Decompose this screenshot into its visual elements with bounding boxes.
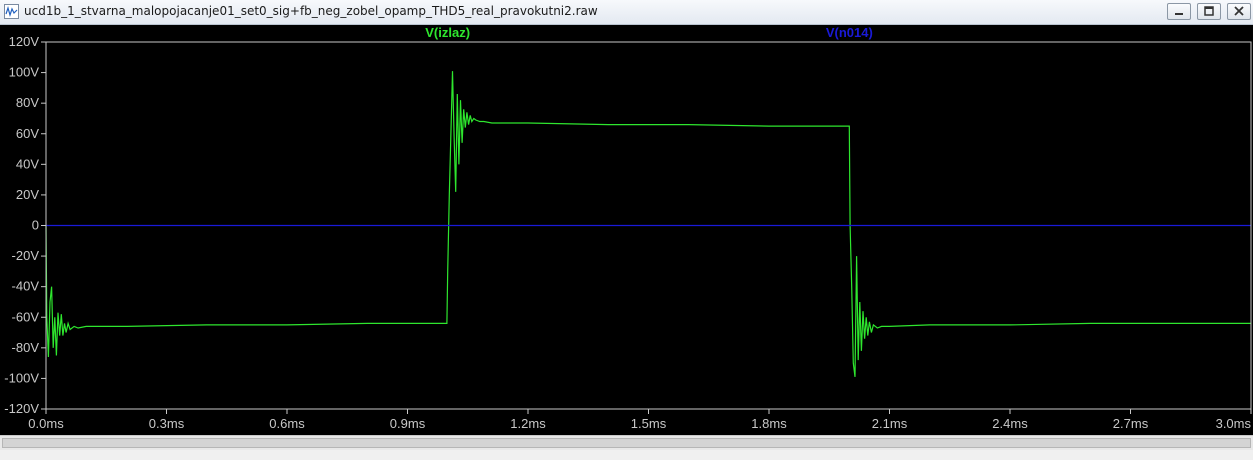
y-tick-label: 20V (16, 187, 39, 202)
title-bar: ucd1b_1_stvarna_malopojacanje01_set0_sig… (0, 0, 1253, 25)
y-tick-label: -20V (12, 248, 40, 263)
y-tick-label: -60V (12, 309, 40, 324)
x-tick-label: 2.4ms (992, 416, 1028, 431)
x-tick-label: 2.7ms (1113, 416, 1149, 431)
legend-v-n014: V(n014) (826, 25, 873, 40)
status-strip (0, 450, 1253, 460)
y-tick-label: 60V (16, 126, 39, 141)
waveform-file-icon (4, 4, 19, 19)
y-tick-label: 0 (32, 218, 39, 233)
close-icon (1234, 6, 1244, 16)
y-tick-label: 120V (9, 34, 40, 49)
waveform-chart[interactable]: 120V 100V 80V 60V 40V 20V 0 -20V -40V -60V -80V -10… (0, 25, 1253, 435)
y-tick-label: -40V (12, 279, 40, 294)
maximize-icon (1204, 6, 1214, 16)
y-tick-label: 40V (16, 156, 39, 171)
x-tick-label: 1.8ms (751, 416, 787, 431)
x-tick-label: 0.3ms (149, 416, 185, 431)
y-tick-label: 80V (16, 95, 39, 110)
x-tick-label: 1.2ms (510, 416, 546, 431)
scrollbar-thumb[interactable] (2, 438, 1251, 448)
trace-v-izlaz (45, 71, 1251, 377)
y-tick-label: -100V (4, 370, 39, 385)
x-tick-label: 1.5ms (631, 416, 667, 431)
minimize-icon (1175, 13, 1183, 15)
x-tick-label: 3.0ms (1216, 416, 1252, 431)
x-tick-label: 0.6ms (269, 416, 305, 431)
x-tick-label: 0.9ms (390, 416, 426, 431)
close-button[interactable] (1227, 3, 1251, 20)
x-tick-label: 2.1ms (872, 416, 908, 431)
y-tick-label: -120V (4, 401, 39, 416)
y-tick-label: -80V (12, 340, 40, 355)
window-title: ucd1b_1_stvarna_malopojacanje01_set0_sig… (24, 4, 598, 18)
minimize-button[interactable] (1167, 3, 1191, 20)
x-tick-label: 0.0ms (28, 416, 64, 431)
legend-v-izlaz: V(izlaz) (425, 25, 470, 40)
horizontal-scrollbar[interactable] (0, 435, 1253, 451)
y-tick-label: 100V (9, 65, 40, 80)
maximize-button[interactable] (1197, 3, 1221, 20)
waveform-plot-pane[interactable]: 120V 100V 80V 60V 40V 20V 0 -20V -40V -60V -80V -10… (0, 25, 1253, 435)
